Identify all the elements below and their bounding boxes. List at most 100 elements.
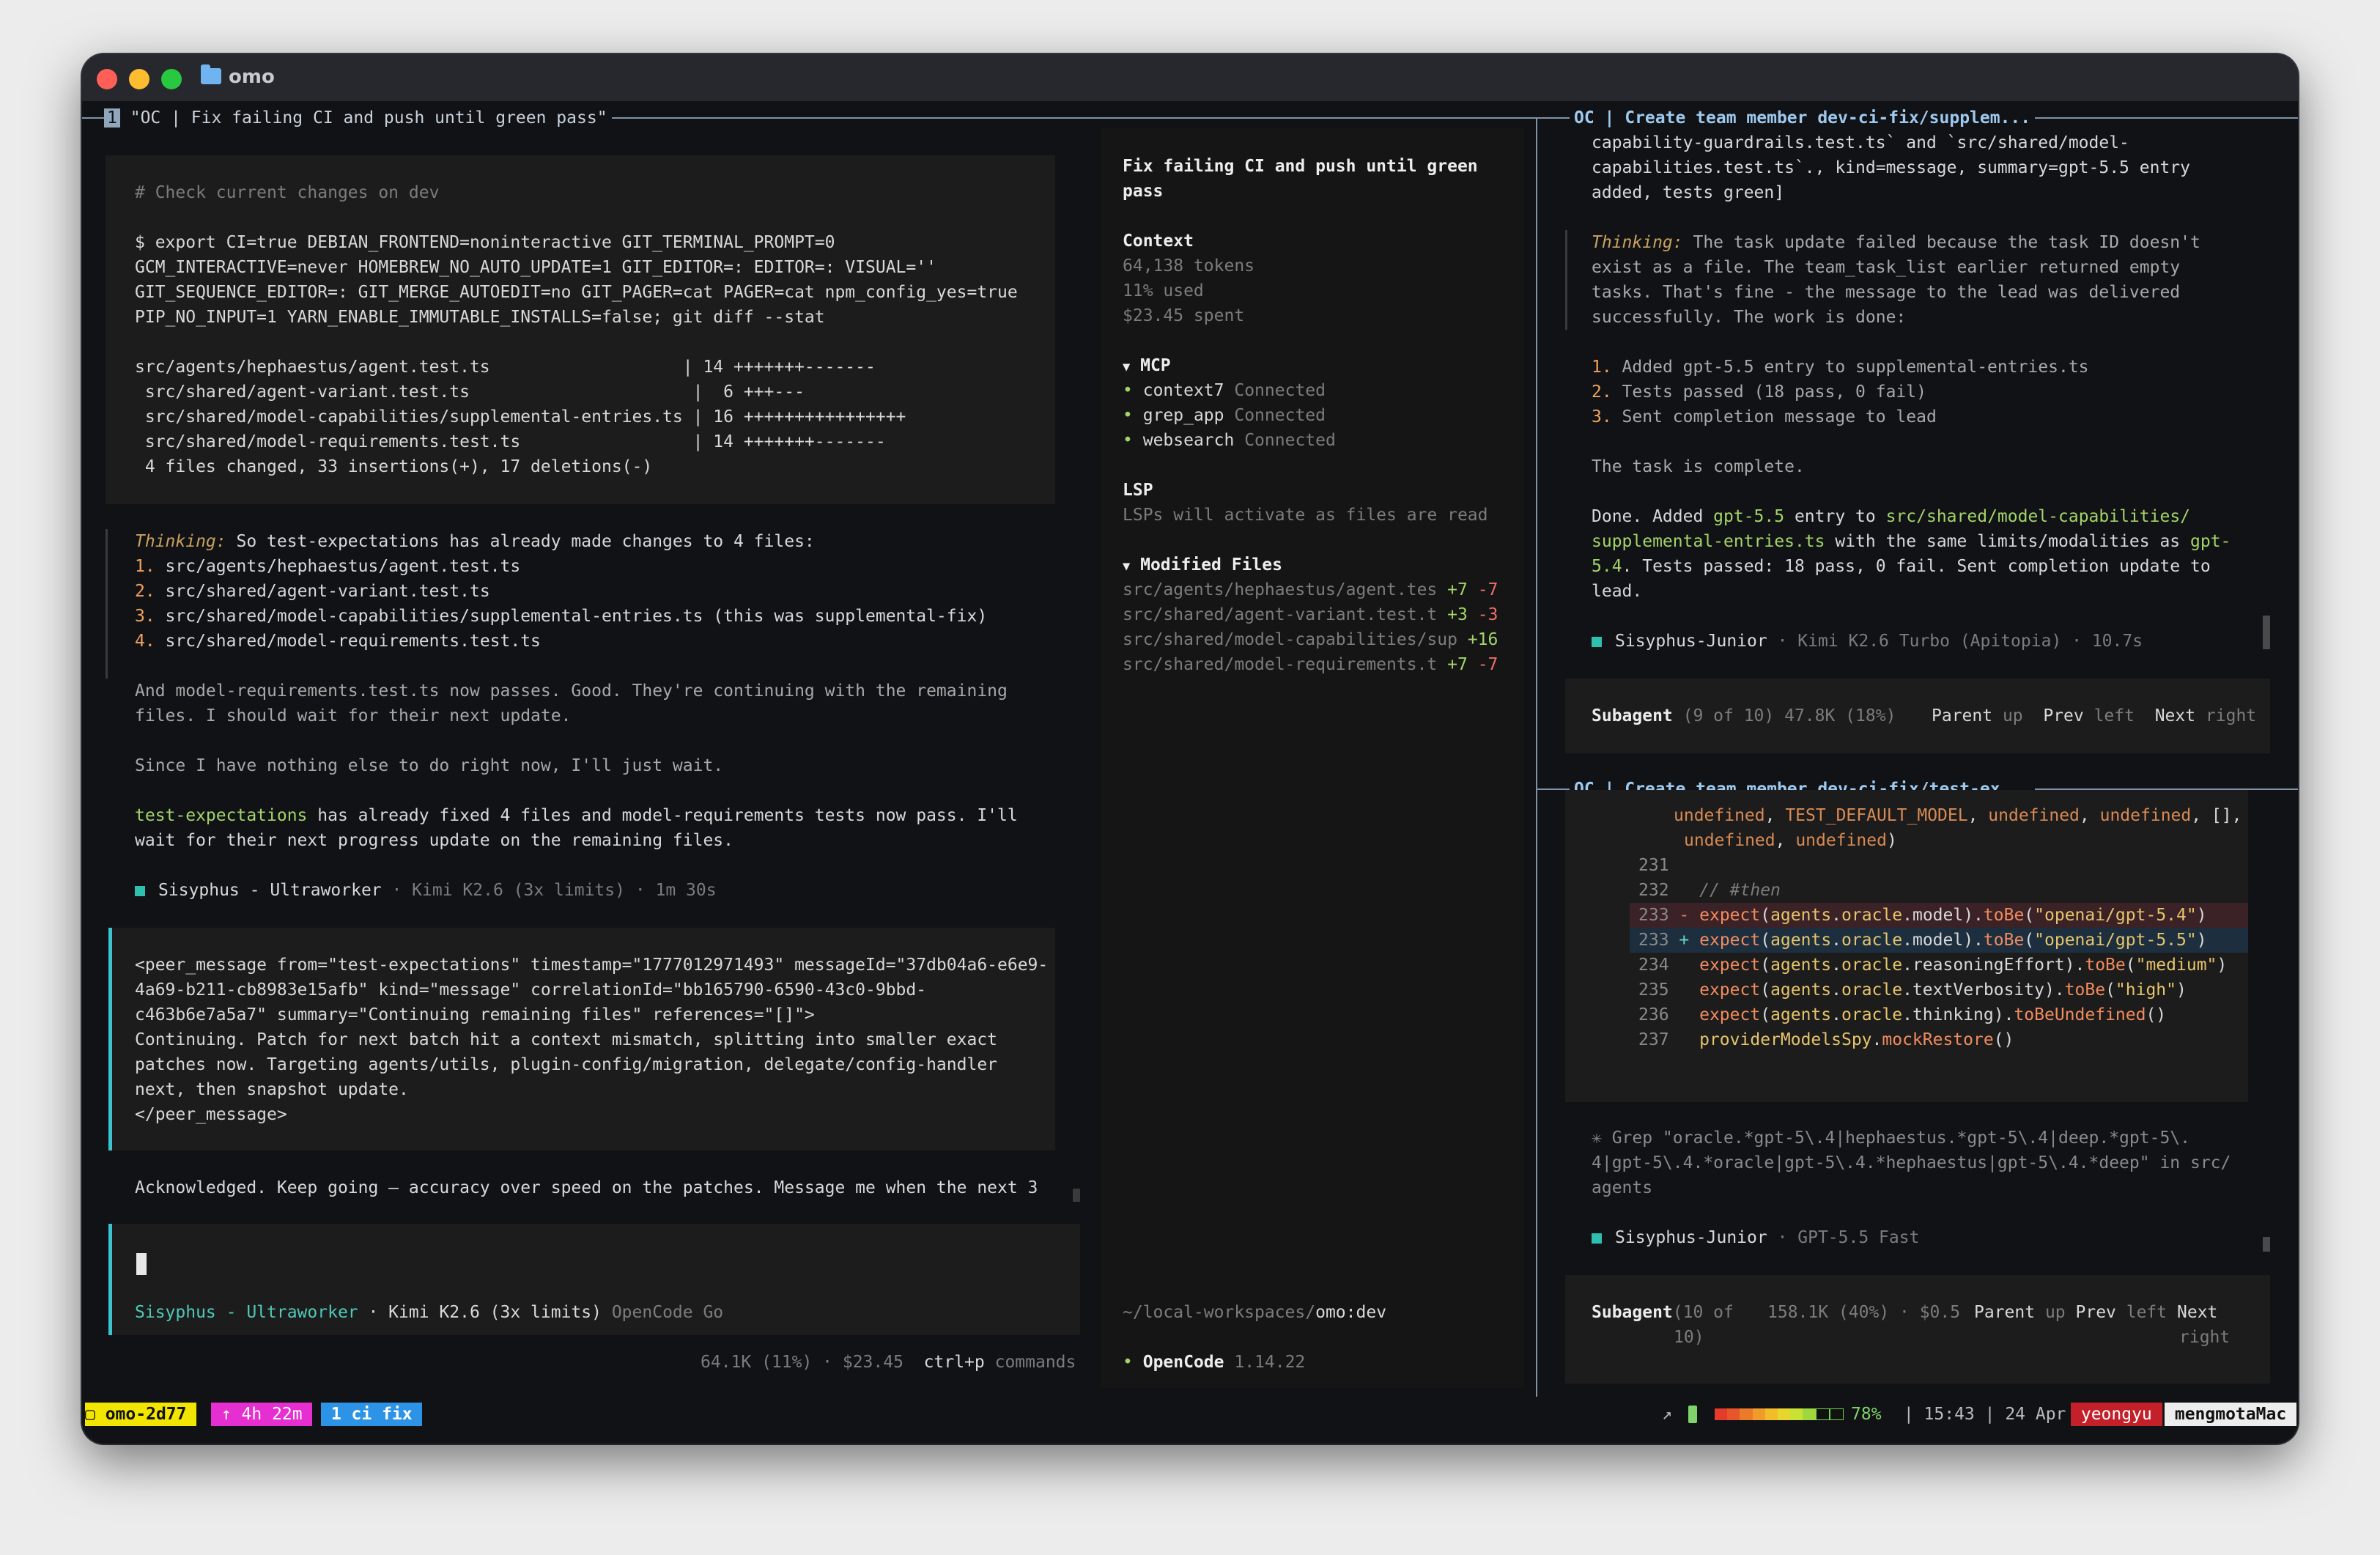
lsp-heading: LSP — [1123, 481, 1153, 500]
prompt-agent-line[interactable]: Sisyphus - Ultraworker · Kimi K2.6 (3x l… — [135, 1300, 723, 1325]
thinking-line: Thinking: So test-expectations has alrea… — [135, 532, 815, 551]
host-badge: mengmotaMac — [2165, 1403, 2297, 1426]
session-badge[interactable]: ▢ omo-2d77 — [85, 1403, 197, 1426]
thinking-item: 4. src/shared/model-requirements.test.ts — [135, 632, 541, 651]
mcp-heading[interactable]: ▼ MCP — [1123, 353, 1171, 380]
assistant-message: wait for their next progress update on t… — [135, 831, 733, 850]
thinking-para: And model-requirements.test.ts now passe… — [135, 682, 1008, 701]
pane2-title[interactable]: OC | Create team member dev-ci-fix/suppl… — [1570, 106, 2036, 130]
arrow-icon: ↗ — [1662, 1405, 1672, 1424]
pane2-list-item: 1. Added gpt-5.5 entry to supplemental-e… — [1592, 358, 2089, 377]
peer-line: <peer_message from="test-expectations" t… — [135, 956, 1049, 975]
command-line-1: $ export CI=true DEBIAN_FRONTEND=noninte… — [135, 233, 835, 252]
context-used: 11% used — [1123, 281, 1204, 300]
code-line: 233 - expect(agents.oracle.model).toBe("… — [1638, 906, 2207, 925]
diffstat-summary: 4 files changed, 33 insertions(+), 17 de… — [135, 457, 653, 476]
diffstat-line: src/shared/agent-variant.test.ts | 6 +++… — [135, 383, 805, 402]
user-badge: yeongyu — [2071, 1403, 2162, 1426]
code-line: 237 providerModelsSpy.mockRestore() — [1638, 1030, 2014, 1049]
code-line: 231 — [1638, 856, 1669, 875]
pane2-agent-line: Sisyphus-Junior · Kimi K2.6 Turbo (Apito… — [1592, 629, 2143, 654]
command-line-4: PIP_NO_INPUT=1 YARN_ENABLE_IMMUTABLE_INS… — [135, 308, 825, 327]
assistant-message: test-expectations has already fixed 4 fi… — [135, 806, 1018, 825]
pane2-list-item: 2. Tests passed (18 pass, 0 fail) — [1592, 383, 1926, 402]
terminal-window: omo 1 "OC | Fix failing CI and push unti… — [82, 54, 2298, 1444]
diffstat-line: src/shared/model-capabilities/supplement… — [135, 407, 906, 426]
agent-square-icon — [1592, 1233, 1602, 1244]
pane2-thinking: exist as a file. The team_task_list earl… — [1592, 258, 2181, 277]
diffstat-line: src/shared/model-requirements.test.ts | … — [135, 432, 886, 451]
pane3-subagent-info: 10) — [1674, 1328, 1704, 1347]
thinking-item: 2. src/shared/agent-variant.test.ts — [135, 582, 490, 601]
window-tab[interactable]: 1 ci fix — [321, 1403, 423, 1426]
battery-percent: 78% — [1851, 1405, 1882, 1424]
pane2-thinking: successfully. The work is done: — [1592, 308, 1907, 327]
grep-tool-line: ✳ Grep "oracle.*gpt-5\.4|hephaestus.*gpt… — [1592, 1129, 2190, 1148]
peer-line: </peer_message> — [135, 1105, 287, 1124]
thinking-item: 1. src/agents/hephaestus/agent.test.ts — [135, 557, 521, 576]
code-line: 234 expect(agents.oracle.reasoningEffort… — [1638, 956, 2228, 975]
uptime-badge: ↑ 4h 22m — [211, 1403, 313, 1426]
clock-date: | 15:43 | 24 Apr — [1893, 1405, 2077, 1424]
user-message: Acknowledged. Keep going — accuracy over… — [135, 1178, 1038, 1197]
peer-line: Continuing. Patch for next batch hit a c… — [135, 1030, 998, 1049]
modified-file[interactable]: src/shared/model-capabilities/sup +16 — [1123, 627, 1498, 652]
peer-message-accent — [108, 928, 112, 1150]
code-line: 235 expect(agents.oracle.textVerbosity).… — [1638, 980, 2187, 1000]
pane-border-vertical — [1536, 119, 1537, 1397]
command-comment: # Check current changes on dev — [135, 183, 440, 202]
code-line: undefined, undefined) — [1684, 831, 1897, 850]
close-button[interactable] — [97, 69, 117, 89]
command-line-3: GIT_SEQUENCE_EDITOR=: GIT_MERGE_AUTOEDIT… — [135, 283, 1018, 302]
diffstat-line: src/agents/hephaestus/agent.test.ts | 14… — [135, 358, 876, 377]
mcp-item: • grep_app Connected — [1123, 406, 1326, 425]
pane2-thinking: Thinking: The task update failed because… — [1592, 233, 2200, 252]
code-line: undefined, TEST_DEFAULT_MODEL, undefined… — [1674, 806, 2242, 825]
thinking-para: Since I have nothing else to do right no… — [135, 756, 724, 775]
thinking-item: 3. src/shared/model-capabilities/supplem… — [135, 607, 988, 626]
context-spent: $23.45 spent — [1123, 306, 1245, 325]
peer-line: 4a69-b211-cb8983e15afb" kind="message" c… — [135, 980, 927, 1000]
pane2-done: Done. Added gpt-5.5 entry to src/shared/… — [1592, 507, 2191, 526]
scrollbar[interactable] — [1073, 1189, 1080, 1202]
zoom-button[interactable] — [161, 69, 182, 89]
pane1-title[interactable]: 1 "OC | Fix failing CI and push until gr… — [104, 106, 612, 130]
minimize-button[interactable] — [129, 69, 149, 89]
session-title: Fix failing CI and push until green — [1123, 157, 1478, 176]
agent-square-icon — [1592, 637, 1602, 647]
modified-file[interactable]: src/agents/hephaestus/agent.tes +7 -7 — [1123, 577, 1498, 602]
pane3-subagent-info: Subagent(10 of — [1592, 1303, 1734, 1322]
modified-file[interactable]: src/shared/agent-variant.test.t +3 -3 — [1123, 602, 1498, 627]
grep-tool-line: agents — [1592, 1178, 1653, 1197]
cwd: ~/local-workspaces/omo:dev — [1123, 1303, 1387, 1322]
pane2-list-item: 3. Sent completion message to lead — [1592, 407, 1937, 426]
agent-square-icon — [135, 886, 145, 896]
pane3-agent-line: Sisyphus-Junior · GPT-5.5 Fast — [1592, 1225, 1919, 1250]
triangle-down-icon: ▼ — [1123, 360, 1131, 374]
window-title: omo — [201, 64, 275, 88]
pane2-done: supplemental-entries.ts with the same li… — [1592, 532, 2231, 551]
lsp-text: LSPs will activate as files are read — [1123, 506, 1488, 525]
pane3-scrollbar[interactable] — [2263, 1237, 2270, 1252]
pane3-subagent-bar — [1565, 1275, 2270, 1384]
mcp-item: • context7 Connected — [1123, 381, 1326, 400]
modified-file[interactable]: src/shared/model-requirements.t +7 -7 — [1123, 652, 1498, 677]
thinking-para: files. I should wait for their next upda… — [135, 706, 572, 725]
title-bar: omo — [82, 54, 2298, 101]
footer-status: 64.1K (11%) · $23.45 ctrl+p commands — [701, 1353, 1076, 1372]
peer-line: patches now. Targeting agents/utils, plu… — [135, 1055, 998, 1074]
peer-line: next, then snapshot update. — [135, 1080, 409, 1099]
modified-files-heading[interactable]: ▼ Modified Files — [1123, 553, 1282, 579]
pane2-nav[interactable]: Parent up Prev left Next right — [1932, 703, 2256, 728]
context-tokens: 64,138 tokens — [1123, 256, 1255, 276]
pane3-nav[interactable]: Parent up Prev left Next — [1974, 1300, 2217, 1325]
peer-line: c463b6e7a5a7" summary="Continuing remain… — [135, 1005, 815, 1024]
thinking-bar — [1565, 230, 1567, 330]
pane2-complete: The task is complete. — [1592, 457, 1805, 476]
battery-icon — [1688, 1406, 1697, 1423]
pane2-scrollbar[interactable] — [2263, 616, 2270, 649]
pane2-done: 5.4. Tests passed: 18 pass, 0 fail. Sent… — [1592, 557, 2211, 576]
session-title: pass — [1123, 182, 1164, 201]
context-heading: Context — [1123, 232, 1194, 251]
agent-info-line: Sisyphus - Ultraworker · Kimi K2.6 (3x l… — [135, 878, 717, 903]
